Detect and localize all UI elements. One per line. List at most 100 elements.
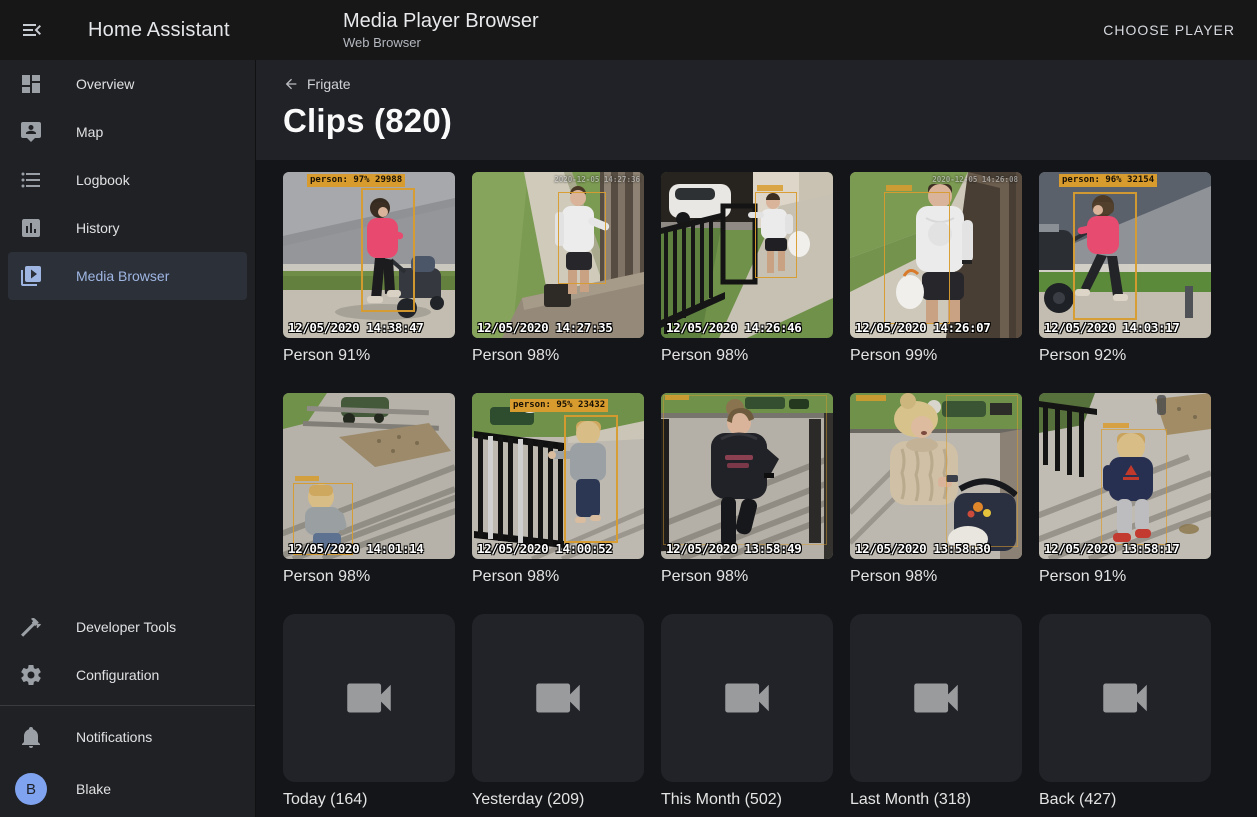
clip-card[interactable]: 12/05/2020 13:58:49 Person 98% — [661, 393, 833, 587]
profile-name: Blake — [76, 781, 111, 797]
sidebar-profile[interactable]: B Blake — [0, 761, 255, 817]
tooltip-account-icon — [19, 120, 43, 144]
clip-card[interactable]: 12/05/2020 14:01:14 Person 98% — [283, 393, 455, 587]
sidebar-item-configuration[interactable]: Configuration — [0, 651, 255, 699]
sidebar-header: Home Assistant — [0, 6, 256, 54]
view-dashboard-icon — [19, 72, 43, 96]
clip-card[interactable]: 12/05/2020 13:58:17 Person 91% — [1039, 393, 1211, 587]
clip-caption: Person 91% — [283, 346, 455, 366]
folder-card-back[interactable]: Back (427) — [1039, 614, 1211, 810]
bell-icon — [19, 725, 43, 749]
folder-card-this-month[interactable]: This Month (502) — [661, 614, 833, 810]
clip-card[interactable]: 2020-12-05 14:27:36 12/05/2020 14:27:35 … — [472, 172, 644, 366]
sidebar-item-media-browser[interactable]: Media Browser — [8, 252, 247, 300]
page-subtitle: Web Browser — [343, 34, 1091, 51]
sidebar-item-history[interactable]: History — [0, 204, 255, 252]
video-icon — [907, 669, 965, 727]
clip-thumbnail: 12/05/2020 13:58:17 — [1039, 393, 1211, 559]
video-icon — [340, 669, 398, 727]
folder-label: Last Month (318) — [850, 790, 1022, 810]
clip-caption: Person 98% — [661, 567, 833, 587]
media-grid-scroll-area[interactable]: person: 97% 29988 12/05/2020 14:38:47 Pe… — [256, 160, 1257, 817]
media-grid: person: 97% 29988 12/05/2020 14:38:47 Pe… — [256, 160, 1257, 810]
clip-timestamp: 12/05/2020 13:58:17 — [1044, 541, 1179, 556]
clip-thumbnail-image — [661, 393, 833, 559]
folder-thumbnail — [472, 614, 644, 782]
camera-osd-timestamp: 2020-12-05 14:26:08 — [932, 175, 1018, 184]
choose-player-button[interactable]: CHOOSE PLAYER — [1091, 12, 1247, 48]
folder-label: Yesterday (209) — [472, 790, 644, 810]
menu-open-icon — [20, 18, 44, 42]
clip-thumbnail: 12/05/2020 14:01:14 — [283, 393, 455, 559]
camera-osd-timestamp: 2020-12-05 14:27:36 — [554, 175, 640, 184]
clip-caption: Person 91% — [1039, 567, 1211, 587]
page-title: Media Player Browser — [343, 9, 1091, 33]
detection-tag — [1103, 423, 1129, 428]
clip-card[interactable]: person: 96% 32154 12/05/2020 14:03:17 Pe… — [1039, 172, 1211, 366]
clip-timestamp: 12/05/2020 14:27:35 — [477, 320, 612, 335]
clip-caption: Person 98% — [472, 567, 644, 587]
page-heading: Clips (820) — [283, 102, 1257, 140]
sidebar-item-logbook[interactable]: Logbook — [0, 156, 255, 204]
sidebar-item-label: Logbook — [76, 172, 130, 188]
clip-thumbnail-image — [1039, 172, 1211, 338]
folder-card-last-month[interactable]: Last Month (318) — [850, 614, 1022, 810]
clip-thumbnail: 12/05/2020 13:58:30 — [850, 393, 1022, 559]
breadcrumb[interactable]: Frigate — [283, 76, 351, 92]
sidebar-item-label: History — [76, 220, 120, 236]
sidebar-toggle-button[interactable] — [8, 6, 56, 54]
clip-timestamp: 12/05/2020 14:38:47 — [288, 320, 423, 335]
folder-thumbnail — [1039, 614, 1211, 782]
list-bulleted-icon — [19, 168, 43, 192]
sidebar-item-label: Developer Tools — [76, 619, 176, 635]
clip-caption: Person 99% — [850, 346, 1022, 366]
detection-label: person: 96% 32154 — [1059, 174, 1157, 187]
sidebar-spacer — [0, 300, 255, 603]
clip-caption: Person 98% — [850, 567, 1022, 587]
detection-tag — [295, 476, 319, 481]
clip-thumbnail: 12/05/2020 13:58:49 — [661, 393, 833, 559]
sidebar-item-label: Notifications — [76, 729, 152, 745]
home-assistant-app: Home Assistant Media Player Browser Web … — [0, 0, 1257, 817]
clip-card[interactable]: 2020-12-05 14:26:08 12/05/2020 14:26:07 … — [850, 172, 1022, 366]
play-box-multiple-icon — [19, 264, 43, 288]
clip-timestamp: 12/05/2020 14:26:07 — [855, 320, 990, 335]
detection-tag — [886, 185, 912, 191]
avatar: B — [15, 773, 47, 805]
detection-tag — [856, 395, 886, 401]
clip-caption: Person 98% — [472, 346, 644, 366]
detection-label: person: 97% 29988 — [307, 174, 405, 187]
sidebar-item-overview[interactable]: Overview — [0, 60, 255, 108]
clip-timestamp: 12/05/2020 14:26:46 — [666, 320, 801, 335]
breadcrumb-label: Frigate — [307, 76, 351, 92]
clip-caption: Person 92% — [1039, 346, 1211, 366]
video-icon — [718, 669, 776, 727]
sidebar-item-developer-tools[interactable]: Developer Tools — [0, 603, 255, 651]
sidebar-item-label: Media Browser — [76, 268, 169, 284]
chart-box-icon — [19, 216, 43, 240]
sidebar-item-label: Map — [76, 124, 103, 140]
folder-card-yesterday[interactable]: Yesterday (209) — [472, 614, 644, 810]
clip-thumbnail-image — [850, 172, 1022, 338]
clip-card[interactable]: person: 97% 29988 12/05/2020 14:38:47 Pe… — [283, 172, 455, 366]
detection-tag — [757, 185, 783, 191]
clip-timestamp: 12/05/2020 14:03:17 — [1044, 320, 1179, 335]
clip-card[interactable]: person: 95% 23432 12/05/2020 14:00:52 Pe… — [472, 393, 644, 587]
clip-card[interactable]: 12/05/2020 13:58:30 Person 98% — [850, 393, 1022, 587]
arrow-left-icon — [283, 76, 299, 92]
sidebar-item-map[interactable]: Map — [0, 108, 255, 156]
folder-thumbnail — [283, 614, 455, 782]
clip-thumbnail-image — [472, 393, 644, 559]
sidebar-item-notifications[interactable]: Notifications — [0, 713, 255, 761]
clip-thumbnail-image — [661, 172, 833, 338]
folder-card-today[interactable]: Today (164) — [283, 614, 455, 810]
clip-thumbnail: 2020-12-05 14:26:08 12/05/2020 14:26:07 — [850, 172, 1022, 338]
sidebar-item-label: Configuration — [76, 667, 159, 683]
video-icon — [529, 669, 587, 727]
folder-label: Today (164) — [283, 790, 455, 810]
folder-thumbnail — [850, 614, 1022, 782]
media-browser-header: Frigate Clips (820) — [256, 60, 1257, 160]
sidebar: Overview Map Logbook History — [0, 60, 256, 817]
app-title: Home Assistant — [88, 19, 230, 42]
clip-card[interactable]: 12/05/2020 14:26:46 Person 98% — [661, 172, 833, 366]
